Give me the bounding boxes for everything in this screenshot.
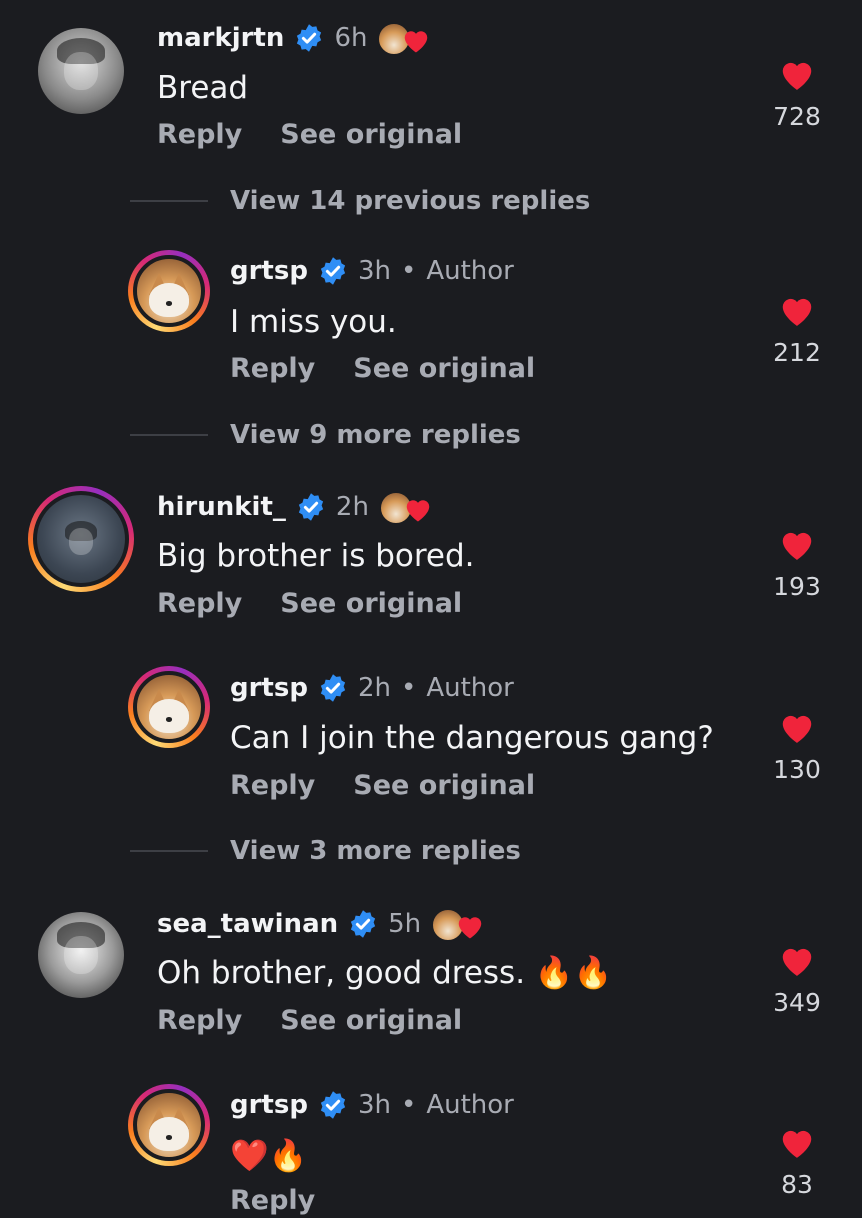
- heart-icon: [782, 532, 812, 560]
- view-replies-label: View 14 previous replies: [230, 186, 591, 216]
- comment-text: Big brother is bored.: [157, 538, 475, 574]
- like-button[interactable]: 193: [772, 526, 822, 601]
- heart-icon: [782, 62, 812, 90]
- like-button[interactable]: 728: [772, 56, 822, 131]
- view-replies-label: View 9 more replies: [230, 420, 521, 450]
- comment-text: I miss you.: [230, 304, 397, 340]
- see-original-button[interactable]: See original: [280, 118, 462, 152]
- see-original-button[interactable]: See original: [280, 1004, 462, 1038]
- heart-icon: [782, 948, 812, 976]
- timestamp: 2h: [335, 492, 369, 522]
- comment-text: ❤️🔥: [230, 1138, 308, 1174]
- see-original-button[interactable]: See original: [353, 769, 535, 803]
- verified-badge-icon: [298, 493, 324, 521]
- like-button[interactable]: 349: [772, 942, 822, 1017]
- username[interactable]: sea_tawinan: [157, 908, 338, 940]
- username[interactable]: markjrtn: [157, 22, 284, 54]
- reply-button[interactable]: Reply: [157, 587, 242, 621]
- see-original-button[interactable]: See original: [280, 587, 462, 621]
- verified-badge-icon: [320, 1091, 346, 1119]
- reply-button[interactable]: Reply: [157, 1004, 242, 1038]
- comment-header: grtsp 3h • Author: [230, 255, 514, 287]
- liked-by-author-icon: [431, 906, 487, 942]
- like-count: 212: [773, 338, 821, 367]
- view-replies-label: View 3 more replies: [230, 836, 521, 866]
- heart-icon: [782, 298, 812, 326]
- avatar[interactable]: [38, 28, 124, 114]
- view-previous-replies-button[interactable]: View 14 previous replies: [130, 186, 590, 216]
- liked-by-author-icon: [378, 489, 435, 525]
- like-button[interactable]: 83: [772, 1124, 822, 1199]
- timestamp: 5h: [388, 909, 422, 939]
- avatar[interactable]: [128, 1084, 210, 1166]
- comment-actions: Reply See original: [230, 769, 535, 803]
- avatar[interactable]: [28, 486, 134, 592]
- verified-badge-icon: [320, 674, 346, 702]
- comment-header: markjrtn 6h: [157, 20, 433, 56]
- view-more-replies-button[interactable]: View 9 more replies: [130, 420, 521, 450]
- username[interactable]: grtsp: [230, 1089, 308, 1121]
- like-button[interactable]: 212: [772, 292, 822, 367]
- reply-button[interactable]: Reply: [157, 118, 242, 152]
- timestamp: 6h: [334, 23, 368, 53]
- divider: [130, 850, 208, 852]
- author-badge: Author: [426, 673, 514, 703]
- comment-actions: Reply See original: [157, 1004, 462, 1038]
- separator-dot: •: [400, 256, 417, 286]
- see-original-button[interactable]: See original: [353, 352, 535, 386]
- comment-text: Bread: [157, 70, 249, 106]
- username[interactable]: hirunkit_: [157, 491, 286, 523]
- comment-header: grtsp 3h • Author: [230, 1089, 514, 1121]
- view-more-replies-button[interactable]: View 3 more replies: [130, 836, 521, 866]
- verified-badge-icon: [297, 24, 322, 52]
- divider: [130, 434, 208, 436]
- like-count: 83: [781, 1170, 813, 1199]
- comment-text: Oh brother, good dress. 🔥🔥: [157, 955, 613, 991]
- timestamp: 3h: [357, 256, 391, 286]
- heart-icon: [782, 1130, 812, 1158]
- avatar[interactable]: [128, 666, 210, 748]
- comment-header: sea_tawinan 5h: [157, 906, 487, 942]
- author-badge: Author: [426, 1090, 514, 1120]
- reply-button[interactable]: Reply: [230, 352, 315, 386]
- like-count: 728: [773, 102, 821, 131]
- comment-text: Can I join the dangerous gang?: [230, 720, 714, 756]
- separator-dot: •: [400, 673, 417, 703]
- separator-dot: •: [400, 1090, 417, 1120]
- verified-badge-icon: [351, 910, 376, 938]
- like-button[interactable]: 130: [772, 709, 822, 784]
- avatar[interactable]: [128, 250, 210, 332]
- username[interactable]: grtsp: [230, 672, 308, 704]
- reply-button[interactable]: Reply: [230, 769, 315, 803]
- reply-button[interactable]: Reply: [230, 1184, 315, 1218]
- comment-actions: Reply See original: [157, 118, 462, 152]
- divider: [130, 200, 208, 202]
- like-count: 193: [773, 572, 821, 601]
- timestamp: 3h: [357, 1090, 391, 1120]
- comment-header: grtsp 2h • Author: [230, 672, 514, 704]
- comment-actions: Reply See original: [230, 352, 535, 386]
- liked-by-author-icon: [377, 20, 433, 56]
- comment-header: hirunkit_ 2h: [157, 489, 435, 525]
- author-badge: Author: [426, 256, 514, 286]
- avatar[interactable]: [38, 912, 124, 998]
- like-count: 130: [773, 755, 821, 784]
- username[interactable]: grtsp: [230, 255, 308, 287]
- heart-icon: [782, 715, 812, 743]
- comment-actions: Reply: [230, 1184, 315, 1218]
- comment-actions: Reply See original: [157, 587, 462, 621]
- timestamp: 2h: [357, 673, 391, 703]
- verified-badge-icon: [320, 257, 346, 285]
- like-count: 349: [773, 988, 821, 1017]
